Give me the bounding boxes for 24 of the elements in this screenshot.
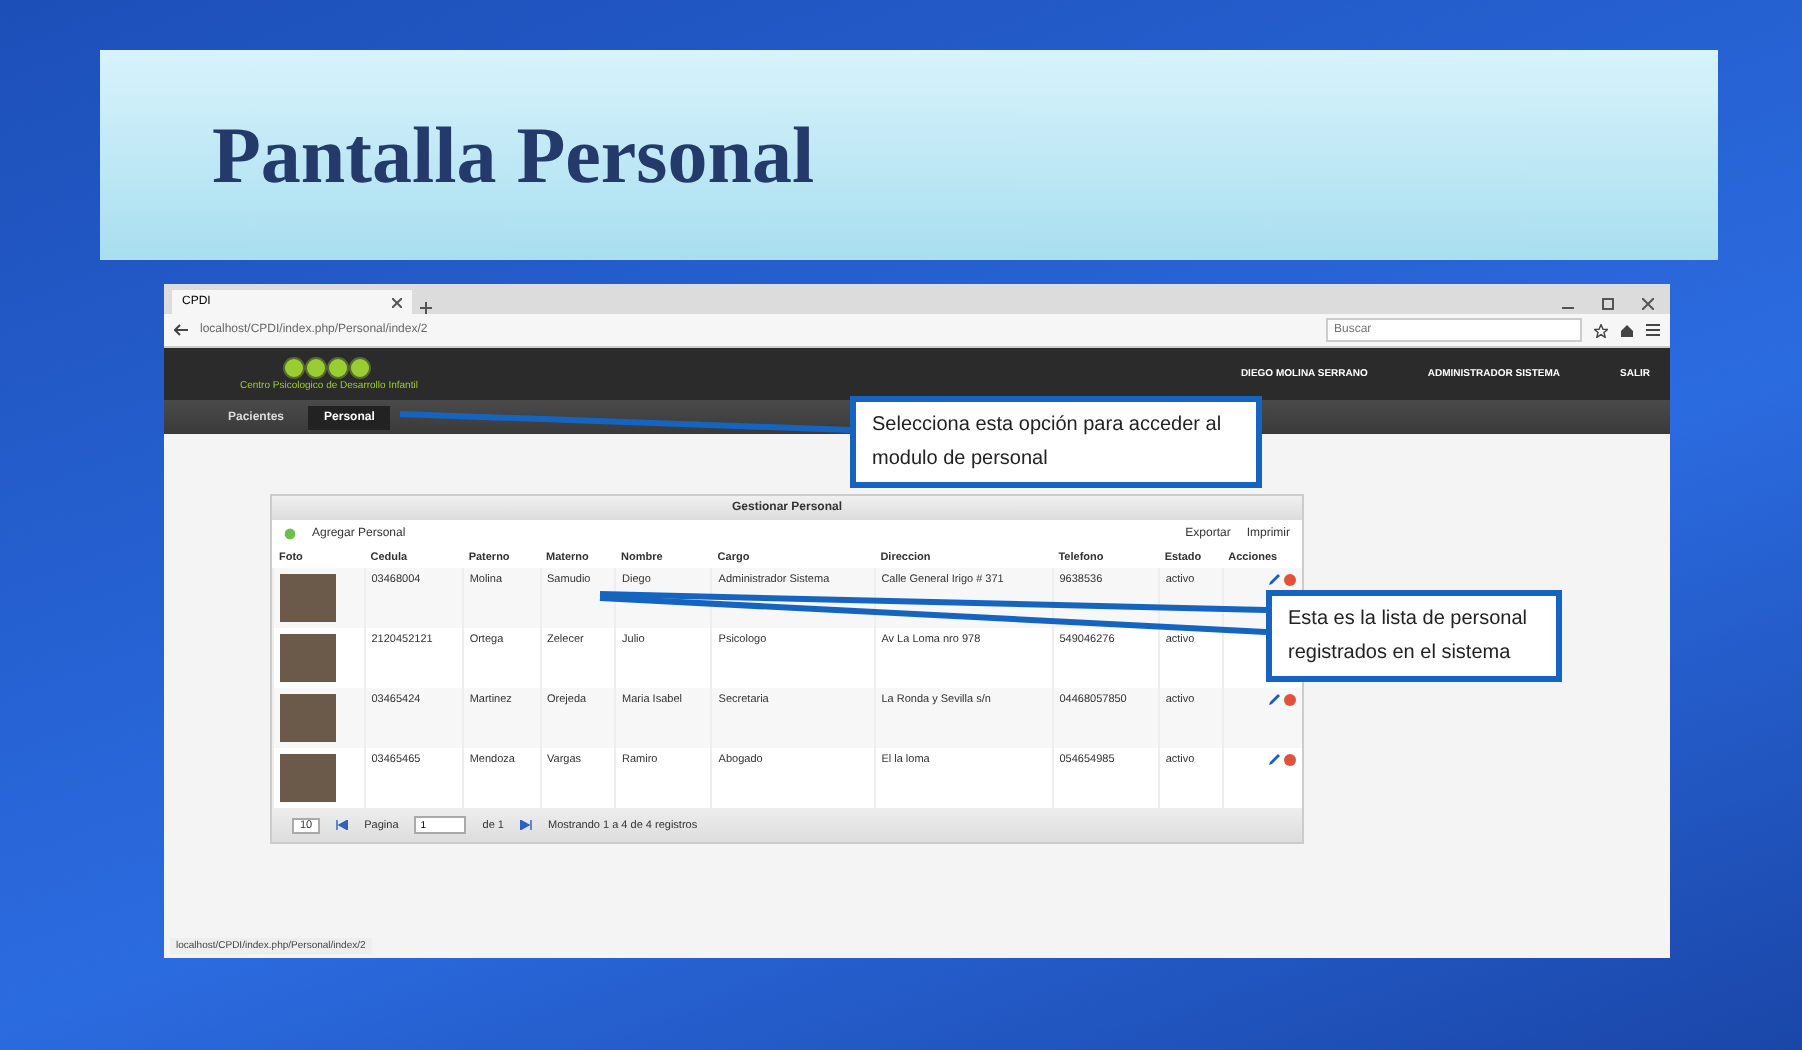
delete-icon[interactable] (1284, 754, 1296, 766)
close-icon[interactable] (1642, 298, 1654, 310)
star-icon[interactable] (1594, 323, 1608, 337)
pencil-icon[interactable] (1268, 754, 1280, 766)
delete-icon[interactable] (1284, 574, 1296, 586)
plus-icon[interactable] (420, 302, 432, 314)
back-arrow-icon[interactable] (174, 324, 188, 336)
photo-placeholder (280, 634, 336, 682)
slide-title: Pantalla Personal (212, 108, 815, 202)
close-icon[interactable] (392, 297, 402, 307)
photo-placeholder (280, 694, 336, 742)
callout: Esta es la lista de personal registrados en el sistema (1266, 590, 1562, 682)
logo-icon (282, 356, 375, 380)
callout: Selecciona esta opción para acceder al modulo de personal (850, 396, 1262, 488)
delete-icon[interactable] (1284, 694, 1296, 706)
maximize-icon[interactable] (1602, 298, 1614, 310)
last-page-icon[interactable] (519, 820, 532, 830)
pencil-icon[interactable] (1268, 694, 1280, 706)
first-page-icon[interactable] (336, 820, 349, 830)
photo-placeholder (280, 574, 336, 622)
menu-icon[interactable] (1646, 324, 1660, 336)
pencil-icon[interactable] (1268, 574, 1280, 586)
photo-placeholder (280, 754, 336, 802)
home-icon[interactable] (1620, 323, 1634, 337)
